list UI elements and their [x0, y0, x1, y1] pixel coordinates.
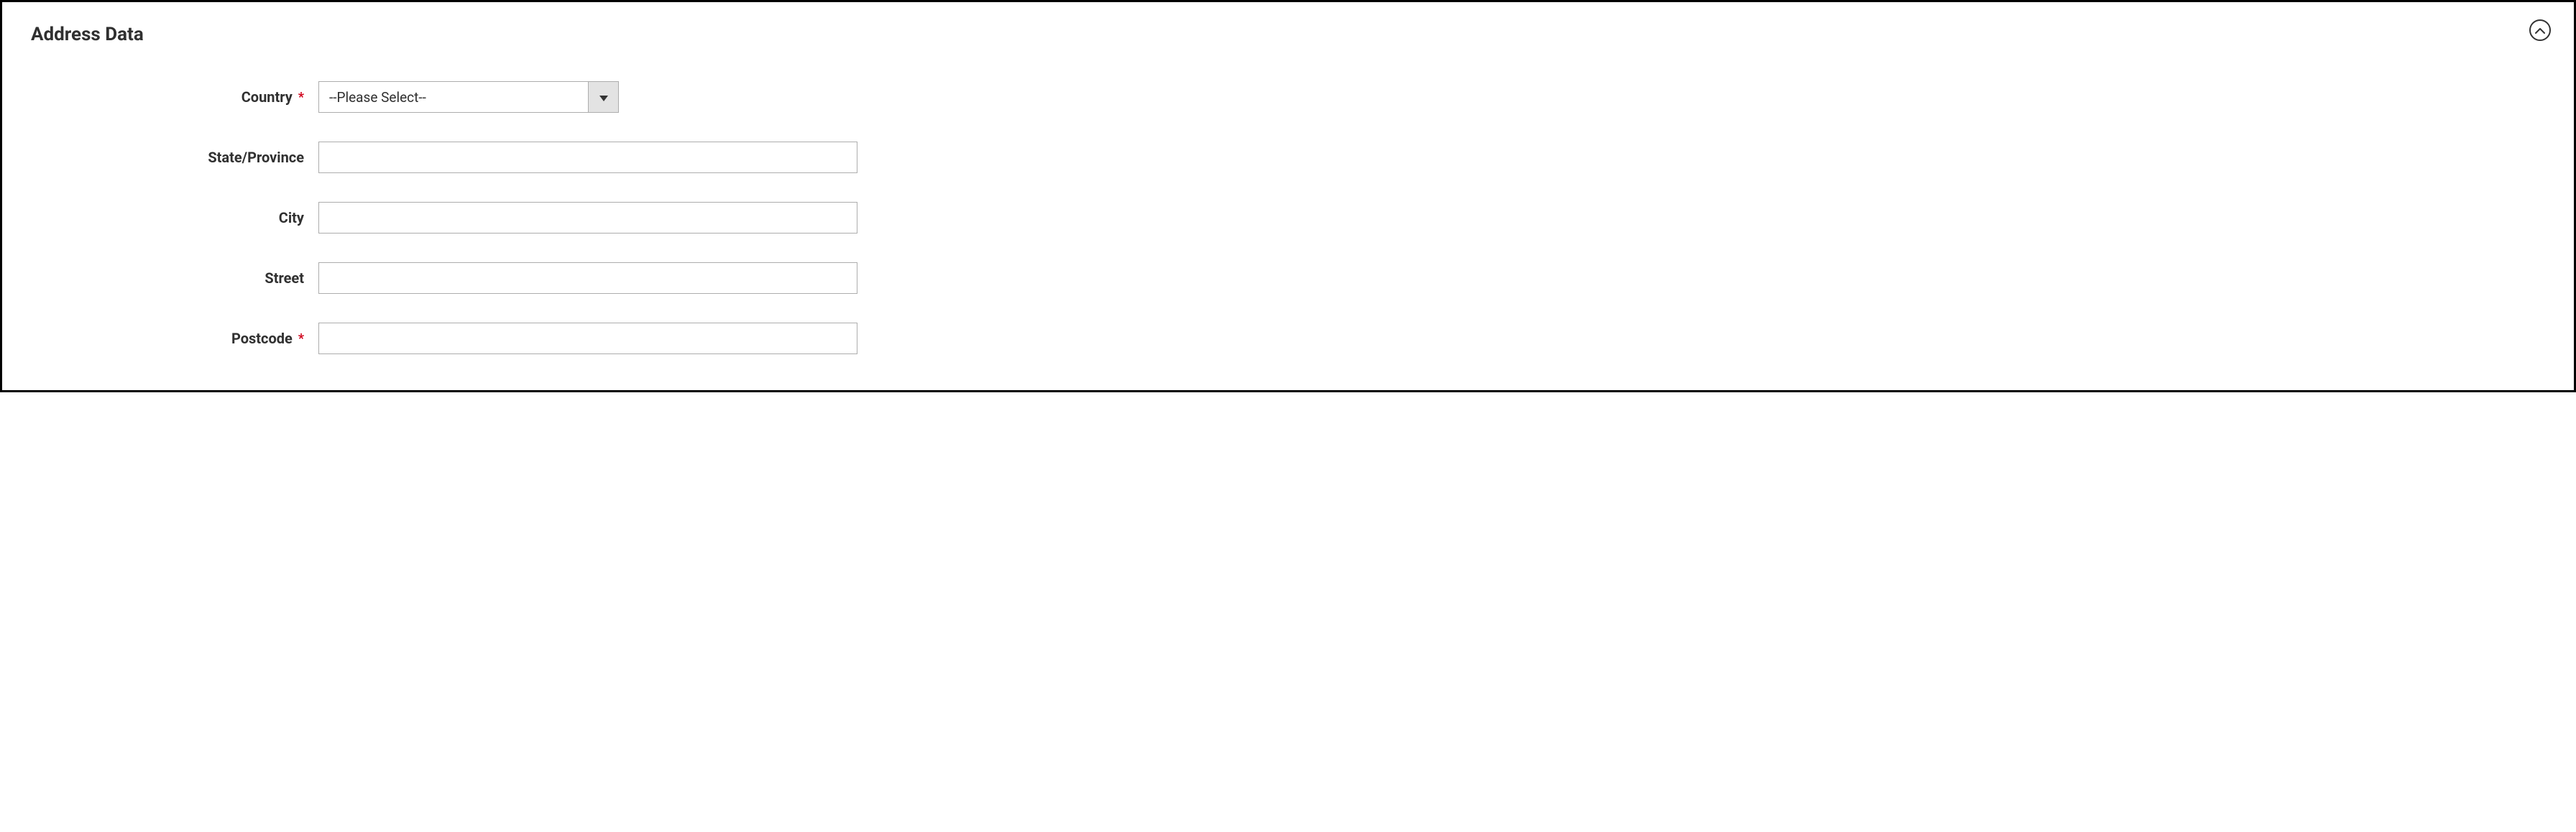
label-col: Country * [31, 88, 318, 106]
label-col: City [31, 209, 318, 226]
street-row: Street [31, 262, 2545, 294]
country-selected-value: --Please Select-- [319, 82, 588, 112]
state-label: State/Province [208, 149, 304, 166]
address-data-panel: Address Data Country * --Please Select-- [0, 0, 2576, 392]
postcode-input[interactable] [318, 323, 857, 354]
postcode-row: Postcode * [31, 323, 2545, 354]
form-body: Country * --Please Select-- [31, 81, 2545, 354]
control-col: --Please Select-- [318, 81, 619, 113]
city-label: City [279, 209, 304, 226]
state-input[interactable] [318, 142, 857, 173]
street-label: Street [264, 269, 304, 287]
label-col: Street [31, 269, 318, 287]
collapse-toggle-button[interactable] [2529, 19, 2551, 41]
country-dropdown-toggle[interactable] [588, 82, 618, 112]
country-row: Country * --Please Select-- [31, 81, 2545, 113]
control-col [318, 262, 857, 294]
control-col [318, 323, 857, 354]
city-input[interactable] [318, 202, 857, 234]
required-mark: * [298, 90, 304, 105]
control-col [318, 142, 857, 173]
postcode-label: Postcode [231, 330, 293, 347]
control-col [318, 202, 857, 234]
required-mark: * [298, 331, 304, 346]
label-col: Postcode * [31, 330, 318, 347]
country-select[interactable]: --Please Select-- [318, 81, 619, 113]
panel-title: Address Data [31, 24, 144, 45]
state-row: State/Province [31, 142, 2545, 173]
chevron-up-icon [2535, 24, 2545, 37]
city-row: City [31, 202, 2545, 234]
country-label: Country [242, 88, 293, 106]
panel-header: Address Data [31, 24, 2545, 45]
triangle-down-icon [599, 91, 608, 104]
label-col: State/Province [31, 149, 318, 166]
street-input[interactable] [318, 262, 857, 294]
